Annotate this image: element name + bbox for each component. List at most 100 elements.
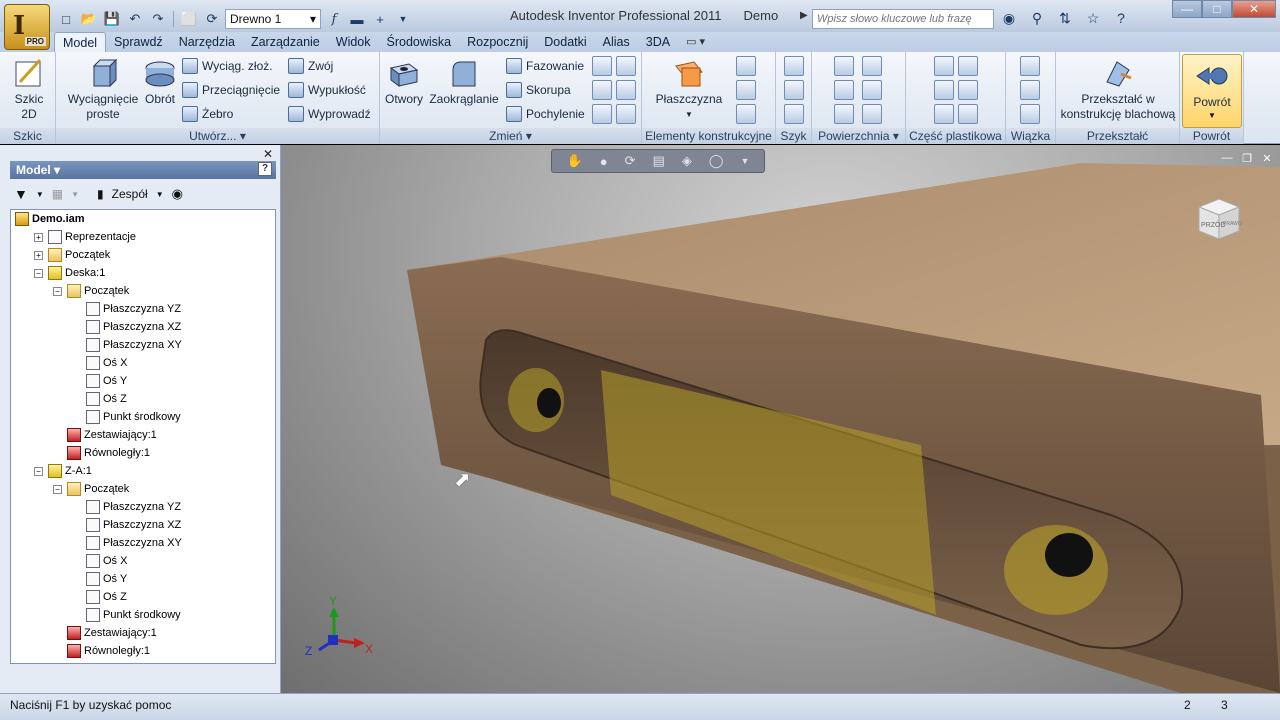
tree-node[interactable]: − Deska:1 (34, 264, 105, 282)
ucs-icon[interactable] (736, 104, 756, 124)
connector-icon[interactable] (1020, 104, 1040, 124)
tree-node[interactable]: Zestawiający:1 (53, 624, 157, 642)
sweep-button[interactable]: Przeciągnięcie (182, 80, 280, 100)
tab-alias[interactable]: Alias (595, 32, 638, 52)
sketch-2d-button[interactable]: Szkic 2D (14, 56, 44, 122)
tree-node[interactable]: Oś X (72, 354, 127, 372)
help-icon[interactable]: ? (1110, 8, 1132, 28)
help-search-input[interactable]: Wpisz słowo kluczowe lub frazę (812, 9, 994, 29)
maximize-icon[interactable]: □ (1202, 0, 1232, 18)
select-icon[interactable]: ⬜ (179, 10, 199, 28)
help-icon[interactable]: ? (258, 162, 272, 176)
stitch-icon[interactable] (834, 80, 854, 100)
tree-node[interactable]: Oś Z (72, 588, 127, 606)
orbit-icon[interactable]: ⟳ (625, 153, 636, 169)
tree-expander-icon[interactable]: − (34, 466, 43, 476)
fillet-button[interactable]: Zaokrąglanie (428, 56, 500, 107)
tab-narzedzia[interactable]: Narzędzia (171, 32, 243, 52)
tree-expander-icon[interactable]: + (34, 250, 43, 260)
application-menu-button[interactable]: I PRO (4, 4, 50, 50)
loft-button[interactable]: Wyciąg. złoż. (182, 56, 273, 76)
browser-header[interactable]: Model ▾ ? (10, 161, 276, 179)
hole-button[interactable]: Otwory (384, 56, 424, 107)
redo-icon[interactable]: ↷ (148, 10, 168, 28)
new-icon[interactable]: □ (56, 10, 76, 28)
plus-icon[interactable]: + (370, 10, 390, 28)
replace-face-icon[interactable] (834, 104, 854, 124)
grill-icon[interactable] (934, 56, 954, 76)
rest-icon[interactable] (958, 80, 978, 100)
panel-zmien-title[interactable]: Zmień ▾ (380, 128, 641, 144)
circular-pattern-icon[interactable] (784, 80, 804, 100)
binoculars-icon[interactable]: ◉ (998, 8, 1020, 28)
tree-node[interactable]: Punkt środkowy (72, 606, 181, 624)
boss-icon[interactable] (934, 80, 954, 100)
tree-node[interactable]: Płaszczyzna YZ (72, 498, 181, 516)
tree-node[interactable]: Demo.iam (15, 210, 85, 228)
tab-rozpocznij[interactable]: Rozpocznij (459, 32, 536, 52)
chamfer-button[interactable]: Fazowanie (506, 56, 584, 76)
zoom-icon[interactable]: ● (600, 154, 608, 169)
tree-node[interactable]: Oś Y (72, 570, 127, 588)
snap-fit-icon[interactable] (958, 56, 978, 76)
cable-icon[interactable] (1020, 80, 1040, 100)
assembly-view-label[interactable]: Zespół (112, 187, 148, 201)
assembly-view-icon[interactable]: ▮ (97, 187, 104, 201)
copy-object-icon[interactable] (592, 104, 612, 124)
chevron-down-icon[interactable]: ▼ (741, 156, 750, 166)
tree-node[interactable]: Płaszczyzna XY (72, 336, 182, 354)
tree-node[interactable]: Równoległy:1 (53, 642, 150, 660)
tree-node[interactable]: Oś Z (72, 390, 127, 408)
minimize-icon[interactable]: — (1172, 0, 1202, 18)
tab-zarzadzanie[interactable]: Zarządzanie (243, 32, 328, 52)
draft-button[interactable]: Pochylenie (506, 104, 585, 124)
panel-utworz-title[interactable]: Utwórz... ▾ (56, 128, 379, 144)
chevron-down-icon[interactable]: ▼ (36, 190, 44, 199)
measure-icon[interactable]: ▬ (347, 10, 367, 28)
panel-powierzchnia-title[interactable]: Powierzchnia ▾ (812, 128, 905, 144)
coil-button[interactable]: Zwój (288, 56, 333, 76)
delete-face-icon[interactable] (862, 104, 882, 124)
filter-icon[interactable]: ▼ (14, 186, 28, 202)
axis-icon[interactable] (736, 56, 756, 76)
tree-node[interactable]: Płaszczyzna XZ (72, 516, 181, 534)
minimize-icon[interactable]: — (1220, 151, 1234, 165)
tab-dodatki[interactable]: Dodatki (536, 32, 594, 52)
lip-icon[interactable] (958, 104, 978, 124)
tree-node[interactable]: Oś X (72, 552, 127, 570)
fx-icon[interactable]: f (324, 10, 344, 28)
tree-node[interactable]: Oś Y (72, 372, 127, 390)
patch-icon[interactable] (862, 56, 882, 76)
play-icon[interactable]: ▶ (800, 10, 808, 21)
tree-node[interactable]: − Z-A:1 (34, 462, 92, 480)
tree-node[interactable]: − Początek (53, 282, 129, 300)
chevron-down-icon[interactable]: ▼ (393, 10, 413, 28)
ribbon-options-icon[interactable]: ▭ ▾ (686, 32, 705, 52)
tab-model[interactable]: Model (54, 32, 107, 52)
tab-srodowiska[interactable]: Środowiska (379, 32, 460, 52)
graphics-window[interactable]: X Z Y ✋ ● ⟳ ▤ ◈ ◯ ▼ PRZÓD PRAWO — ❐ ✕ ⬈ (281, 145, 1280, 693)
emboss-button[interactable]: Wypukłość (288, 80, 366, 100)
close-icon[interactable]: ✕ (1260, 151, 1274, 165)
key-icon[interactable]: ⚲ (1026, 8, 1048, 28)
material-select[interactable]: Drewno 1 ▾ (225, 9, 321, 29)
trim-icon[interactable] (862, 80, 882, 100)
tree-node[interactable]: + Początek (34, 246, 110, 264)
tree-node[interactable]: + Reprezentacje (34, 228, 136, 246)
pan-icon[interactable]: ✋ (567, 153, 583, 169)
rib-button[interactable]: Żebro (182, 104, 233, 124)
tree-node[interactable]: Punkt środkowy (72, 408, 181, 426)
combine-icon[interactable] (592, 80, 612, 100)
harness-icon[interactable] (1020, 56, 1040, 76)
rectangular-pattern-icon[interactable] (784, 56, 804, 76)
tree-node[interactable]: Płaszczyzna XZ (72, 318, 181, 336)
expand-icon[interactable]: ▦ (52, 187, 63, 201)
tree-node[interactable]: Zestawiający:1 (53, 426, 157, 444)
restore-icon[interactable]: ❐ (1240, 151, 1254, 165)
tab-widok[interactable]: Widok (328, 32, 379, 52)
move-face-icon[interactable] (616, 80, 636, 100)
save-icon[interactable]: 💾 (102, 10, 122, 28)
convert-sheet-metal-button[interactable]: Przekształć w konstrukcję blachową (1058, 56, 1178, 122)
tree-node[interactable]: − Początek (53, 480, 129, 498)
free-orbit-icon[interactable]: ◈ (682, 153, 692, 169)
